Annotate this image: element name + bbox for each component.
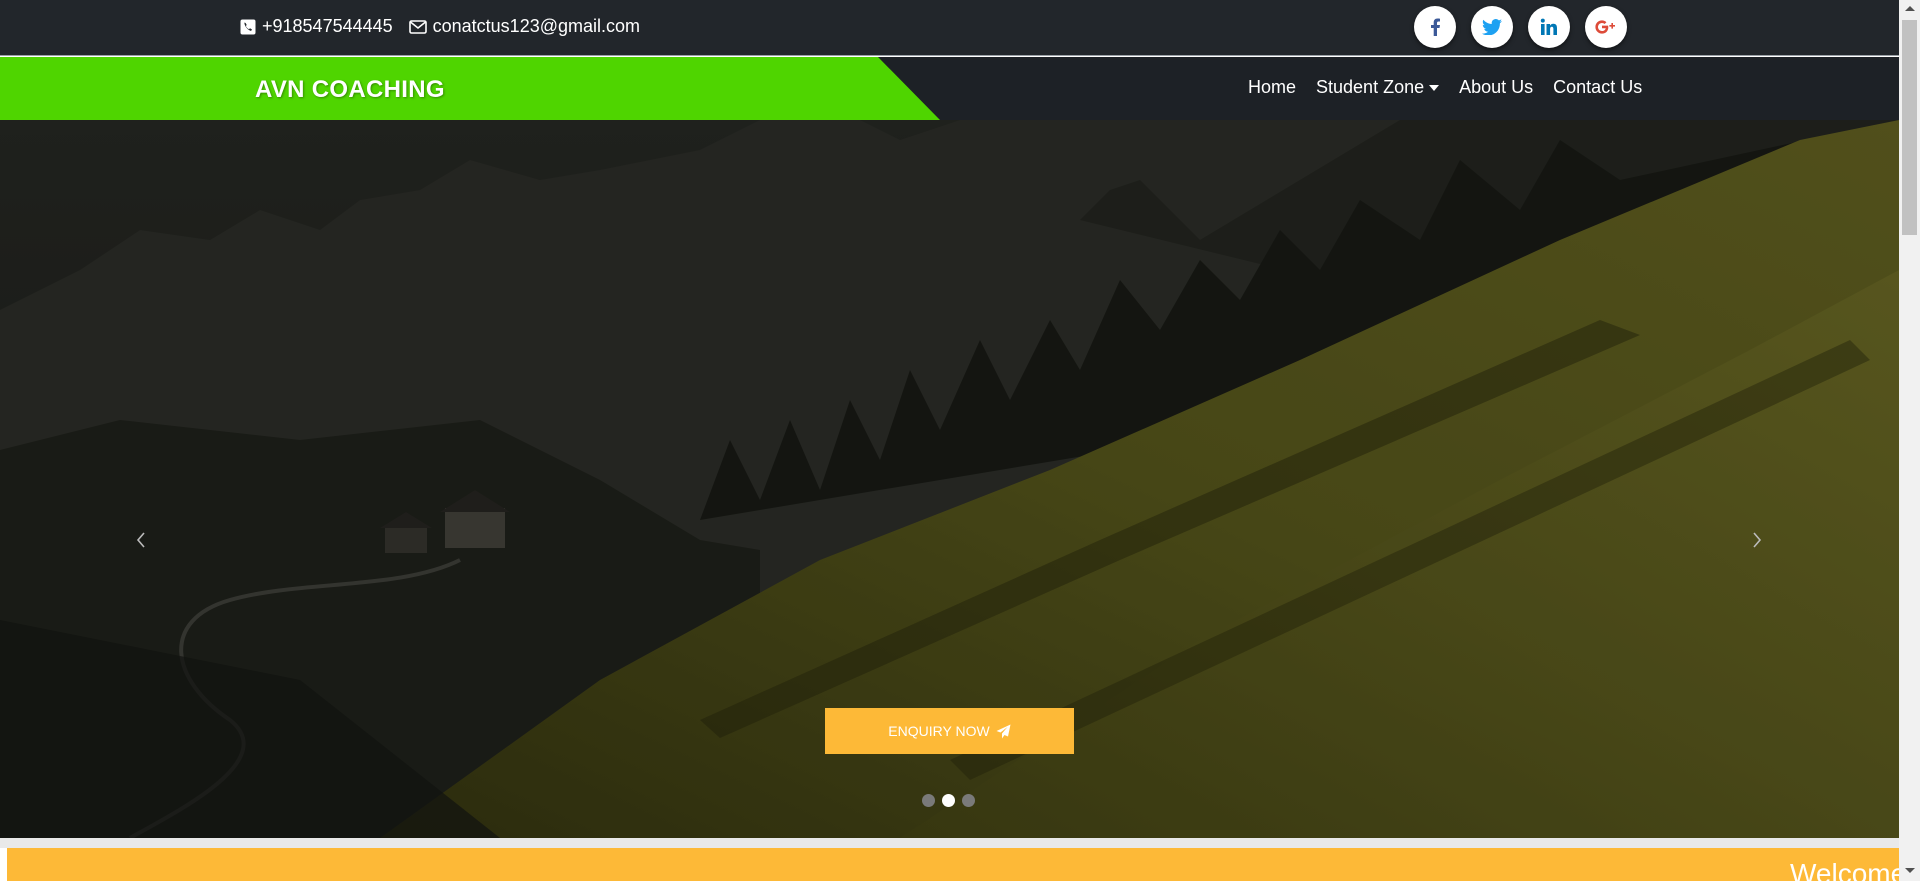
- phone-contact[interactable]: +918547544445: [240, 16, 393, 37]
- carousel-next-button[interactable]: [1742, 520, 1772, 560]
- google-plus-link[interactable]: [1585, 6, 1627, 48]
- nav-home-label: Home: [1248, 77, 1297, 97]
- linkedin-link[interactable]: [1528, 6, 1570, 48]
- linkedin-icon: [1540, 18, 1557, 35]
- chevron-left-icon: [136, 532, 145, 548]
- phone-icon: [240, 19, 256, 34]
- nav-contact-label: Contact Us: [1553, 77, 1643, 97]
- nav-about[interactable]: About Us: [1459, 77, 1533, 98]
- email-contact[interactable]: conatctus123@gmail.com: [408, 16, 641, 37]
- nav-home[interactable]: Home: [1248, 77, 1296, 98]
- carousel-indicator-1[interactable]: [922, 794, 935, 807]
- scroll-down-arrow-icon[interactable]: [1905, 868, 1915, 873]
- social-links: [1414, 6, 1642, 48]
- caret-down-icon: [1429, 84, 1440, 91]
- brand-logo-text[interactable]: AVN COACHING: [255, 76, 445, 104]
- section-divider: [0, 838, 1899, 848]
- nav-student-zone-label: Student Zone: [1316, 77, 1425, 97]
- carousel-prev-button[interactable]: [126, 520, 156, 560]
- nav-about-label: About Us: [1459, 77, 1534, 97]
- enquiry-now-button[interactable]: ENQUIRY NOW: [825, 708, 1074, 754]
- facebook-icon: [1431, 18, 1440, 36]
- carousel-indicator-2[interactable]: [942, 794, 955, 807]
- carousel-indicator-3[interactable]: [962, 794, 975, 807]
- nav-contact[interactable]: Contact Us: [1553, 77, 1642, 98]
- nav-menu: Home Student Zone About Us Contact Us: [1248, 77, 1662, 98]
- brand-band: [0, 57, 940, 120]
- email-address: conatctus123@gmail.com: [432, 16, 641, 36]
- twitter-link[interactable]: [1471, 6, 1513, 48]
- phone-number: +918547544445: [262, 16, 393, 36]
- envelope-icon: [408, 19, 427, 34]
- twitter-icon: [1482, 19, 1502, 35]
- google-plus-icon: [1595, 20, 1615, 34]
- page-scrollbar[interactable]: [1899, 0, 1920, 881]
- paper-plane-icon: [996, 724, 1011, 738]
- nav-student-zone[interactable]: Student Zone: [1316, 77, 1440, 98]
- chevron-right-icon: [1753, 532, 1762, 548]
- welcome-text: Welcome: [1790, 858, 1899, 881]
- contact-info: +918547544445 conatctus123@gmail.com: [240, 16, 656, 37]
- scroll-up-arrow-icon[interactable]: [1905, 6, 1915, 11]
- hero-carousel: ENQUIRY NOW: [0, 120, 1899, 838]
- carousel-indicators: [922, 794, 982, 807]
- enquiry-now-label: ENQUIRY NOW: [888, 723, 990, 739]
- main-navbar: AVN COACHING Home Student Zone About Us …: [0, 57, 1899, 120]
- page: +918547544445 conatctus123@gmail.com AVN…: [0, 0, 1899, 881]
- welcome-marquee: Welcome: [7, 848, 1899, 881]
- facebook-link[interactable]: [1414, 6, 1456, 48]
- scrollbar-thumb[interactable]: [1902, 20, 1917, 235]
- top-contact-bar: +918547544445 conatctus123@gmail.com: [0, 0, 1899, 56]
